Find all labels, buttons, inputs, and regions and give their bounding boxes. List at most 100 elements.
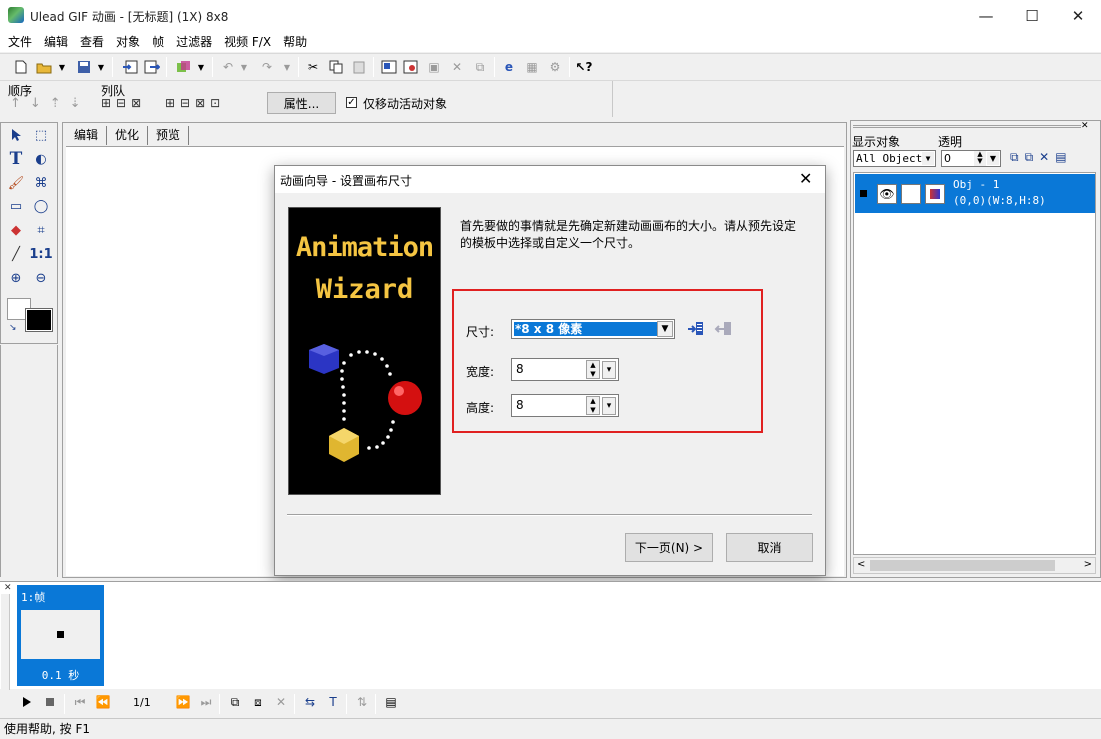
chevron-down-icon[interactable]: ▾: [602, 397, 616, 415]
export-icon[interactable]: [143, 58, 161, 76]
eyedropper-tool-icon[interactable]: ╱: [5, 243, 27, 265]
save-icon[interactable]: [75, 58, 93, 76]
actual-size-icon[interactable]: 1:1: [29, 243, 52, 265]
ellipse-tool-icon[interactable]: ◯: [30, 195, 52, 217]
zoom-in-icon[interactable]: ⊕: [5, 267, 27, 289]
tab-optimize[interactable]: 优化: [107, 126, 149, 145]
text-effect-icon[interactable]: T: [324, 693, 342, 711]
close-button[interactable]: ✕: [1055, 0, 1101, 32]
color-picker-icon[interactable]: [175, 58, 193, 76]
height-spinner[interactable]: 8 ▲ ▼ ▾: [511, 394, 619, 417]
scroll-thumb[interactable]: [870, 560, 1055, 571]
swap-colors-icon[interactable]: ↘: [9, 323, 17, 333]
chevron-down-icon[interactable]: ▼: [987, 152, 999, 165]
menu-frame[interactable]: 帧: [146, 33, 170, 51]
import-icon[interactable]: [121, 58, 139, 76]
settings-icon[interactable]: ⚙: [546, 58, 564, 76]
paste-icon[interactable]: [350, 58, 368, 76]
eye-icon[interactable]: 👁: [877, 184, 897, 204]
play-icon[interactable]: [18, 693, 36, 711]
properties-button[interactable]: 属性...: [267, 92, 336, 114]
last-frame-icon[interactable]: ⏭: [197, 693, 215, 711]
browser-preview-icon[interactable]: e: [500, 58, 518, 76]
zoom-out-icon[interactable]: ⊖: [30, 267, 52, 289]
pointer-tool-icon[interactable]: [5, 124, 27, 146]
frame-select-icon[interactable]: [380, 58, 398, 76]
object-list[interactable]: [853, 172, 1096, 555]
tab-edit[interactable]: 编辑: [66, 126, 108, 145]
delete-frame-icon[interactable]: ✕: [448, 58, 466, 76]
distribute-icons[interactable]: ⊞⊟⊠⊡: [165, 96, 225, 110]
width-spinner[interactable]: 8 ▲ ▼ ▾: [511, 358, 619, 381]
menu-file[interactable]: 文件: [2, 33, 38, 51]
menu-edit[interactable]: 编辑: [38, 33, 74, 51]
redo-icon[interactable]: ↷: [258, 58, 276, 76]
tween-icon[interactable]: ⇆: [301, 693, 319, 711]
lock-toggle[interactable]: [901, 184, 921, 204]
next-frame-icon[interactable]: ⏩: [174, 693, 192, 711]
object-row[interactable]: 👁 Obj - 1 (0,0)(W:8,H:8): [855, 174, 1095, 213]
tab-preview[interactable]: 预览: [148, 126, 190, 145]
align-icons[interactable]: ⊞⊟⊠: [101, 96, 146, 110]
move-active-checkbox[interactable]: ✓: [346, 97, 357, 108]
maximize-button[interactable]: ☐: [1009, 0, 1055, 32]
fill-tool-icon[interactable]: ◆: [5, 219, 27, 241]
eraser-tool-icon[interactable]: ▭: [5, 195, 27, 217]
dialog-close-icon[interactable]: ✕: [799, 169, 812, 188]
frame-panel-close-icon[interactable]: ✕: [4, 583, 12, 593]
delete-frame-bottom-icon[interactable]: ✕: [272, 693, 290, 711]
optimize-icon[interactable]: ▦: [523, 58, 541, 76]
chevron-down-icon[interactable]: ▾: [602, 361, 616, 379]
crop-tool-icon[interactable]: ⌗: [30, 219, 52, 241]
cancel-button[interactable]: 取消: [726, 533, 813, 562]
chevron-down-icon[interactable]: ▼: [922, 152, 934, 165]
add-frame-bottom-icon[interactable]: ⧉: [226, 693, 244, 711]
color-dropdown-icon[interactable]: ▼: [195, 58, 207, 76]
stop-icon[interactable]: [41, 693, 59, 711]
redo-dropdown-icon[interactable]: ▼: [281, 58, 293, 76]
text-tool-icon[interactable]: T: [5, 148, 27, 170]
object-action-icons[interactable]: ⧉⧉✕▤: [1010, 150, 1073, 165]
menu-video-fx[interactable]: 视频 F/X: [218, 33, 277, 51]
new-file-icon[interactable]: [12, 58, 30, 76]
chevron-down-icon[interactable]: ▼: [657, 321, 673, 337]
duplicate-frame-icon[interactable]: ⧉: [471, 58, 489, 76]
open-dropdown-icon[interactable]: ▼: [56, 58, 68, 76]
transparency-spinner[interactable]: 0 ▲ ▼ ▼: [941, 150, 1001, 167]
cut-icon[interactable]: ✂: [304, 58, 322, 76]
scroll-left-icon[interactable]: <: [857, 559, 865, 570]
minimize-button[interactable]: —: [963, 0, 1009, 32]
frame-properties-icon[interactable]: [402, 58, 420, 76]
menu-object[interactable]: 对象: [110, 33, 146, 51]
brush-tool-icon[interactable]: 🖌: [5, 172, 27, 194]
frame-properties-bottom-icon[interactable]: ▤: [382, 693, 400, 711]
height-spin-arrows-icon[interactable]: ▲ ▼: [586, 396, 600, 415]
rotate-tool-icon[interactable]: ◐: [30, 148, 52, 170]
menu-view[interactable]: 查看: [74, 33, 110, 51]
undo-icon[interactable]: ↶: [219, 58, 237, 76]
menu-help[interactable]: 帮助: [277, 33, 313, 51]
spin-icon[interactable]: ▲ ▼: [974, 151, 986, 166]
undo-dropdown-icon[interactable]: ▼: [238, 58, 250, 76]
remove-template-icon[interactable]: [713, 320, 733, 338]
previous-frame-icon[interactable]: ⏪: [94, 693, 112, 711]
duplicate-frame-bottom-icon[interactable]: ⧈: [249, 693, 267, 711]
frame-thumbnail[interactable]: 1:帧 0.1 秒: [17, 585, 104, 686]
first-frame-icon[interactable]: ⏮: [71, 693, 89, 711]
panel-close-icon[interactable]: ✕: [1081, 121, 1089, 131]
context-help-icon[interactable]: ↖?: [575, 58, 593, 76]
add-template-icon[interactable]: [686, 320, 706, 338]
copy-icon[interactable]: [327, 58, 345, 76]
lasso-tool-icon[interactable]: ⌘: [30, 172, 52, 194]
horizontal-scrollbar[interactable]: < >: [853, 557, 1096, 574]
open-folder-icon[interactable]: [35, 58, 53, 76]
foreground-color-swatch[interactable]: [25, 308, 53, 332]
width-spin-arrows-icon[interactable]: ▲ ▼: [586, 360, 600, 379]
add-frame-icon[interactable]: ▣: [425, 58, 443, 76]
order-arrow-icons[interactable]: ↑↓⇡⇣: [10, 96, 90, 111]
reverse-frames-icon[interactable]: ⇅: [353, 693, 371, 711]
menu-filter[interactable]: 过滤器: [170, 33, 218, 51]
scroll-right-icon[interactable]: >: [1084, 559, 1092, 570]
display-objects-select[interactable]: All Object: ▼: [853, 150, 936, 167]
size-combobox[interactable]: *8 x 8 像素 ▼: [511, 319, 675, 339]
